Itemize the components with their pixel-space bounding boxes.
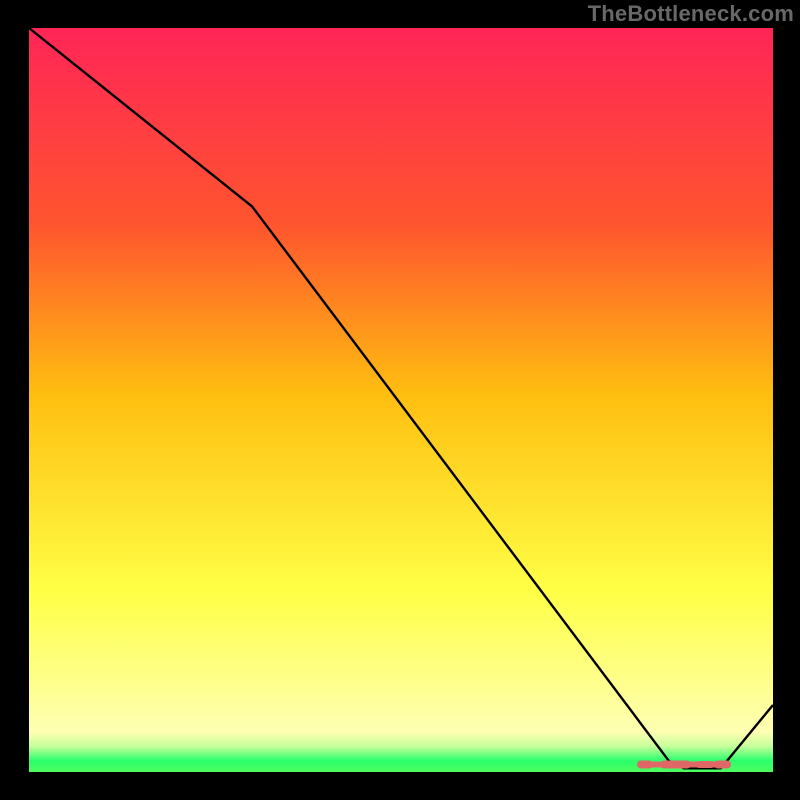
- plot-background-heat: [29, 28, 773, 732]
- bottleneck-chart: [29, 28, 773, 772]
- attribution-label: TheBottleneck.com: [588, 1, 794, 27]
- chart-frame: TheBottleneck.com: [0, 0, 800, 800]
